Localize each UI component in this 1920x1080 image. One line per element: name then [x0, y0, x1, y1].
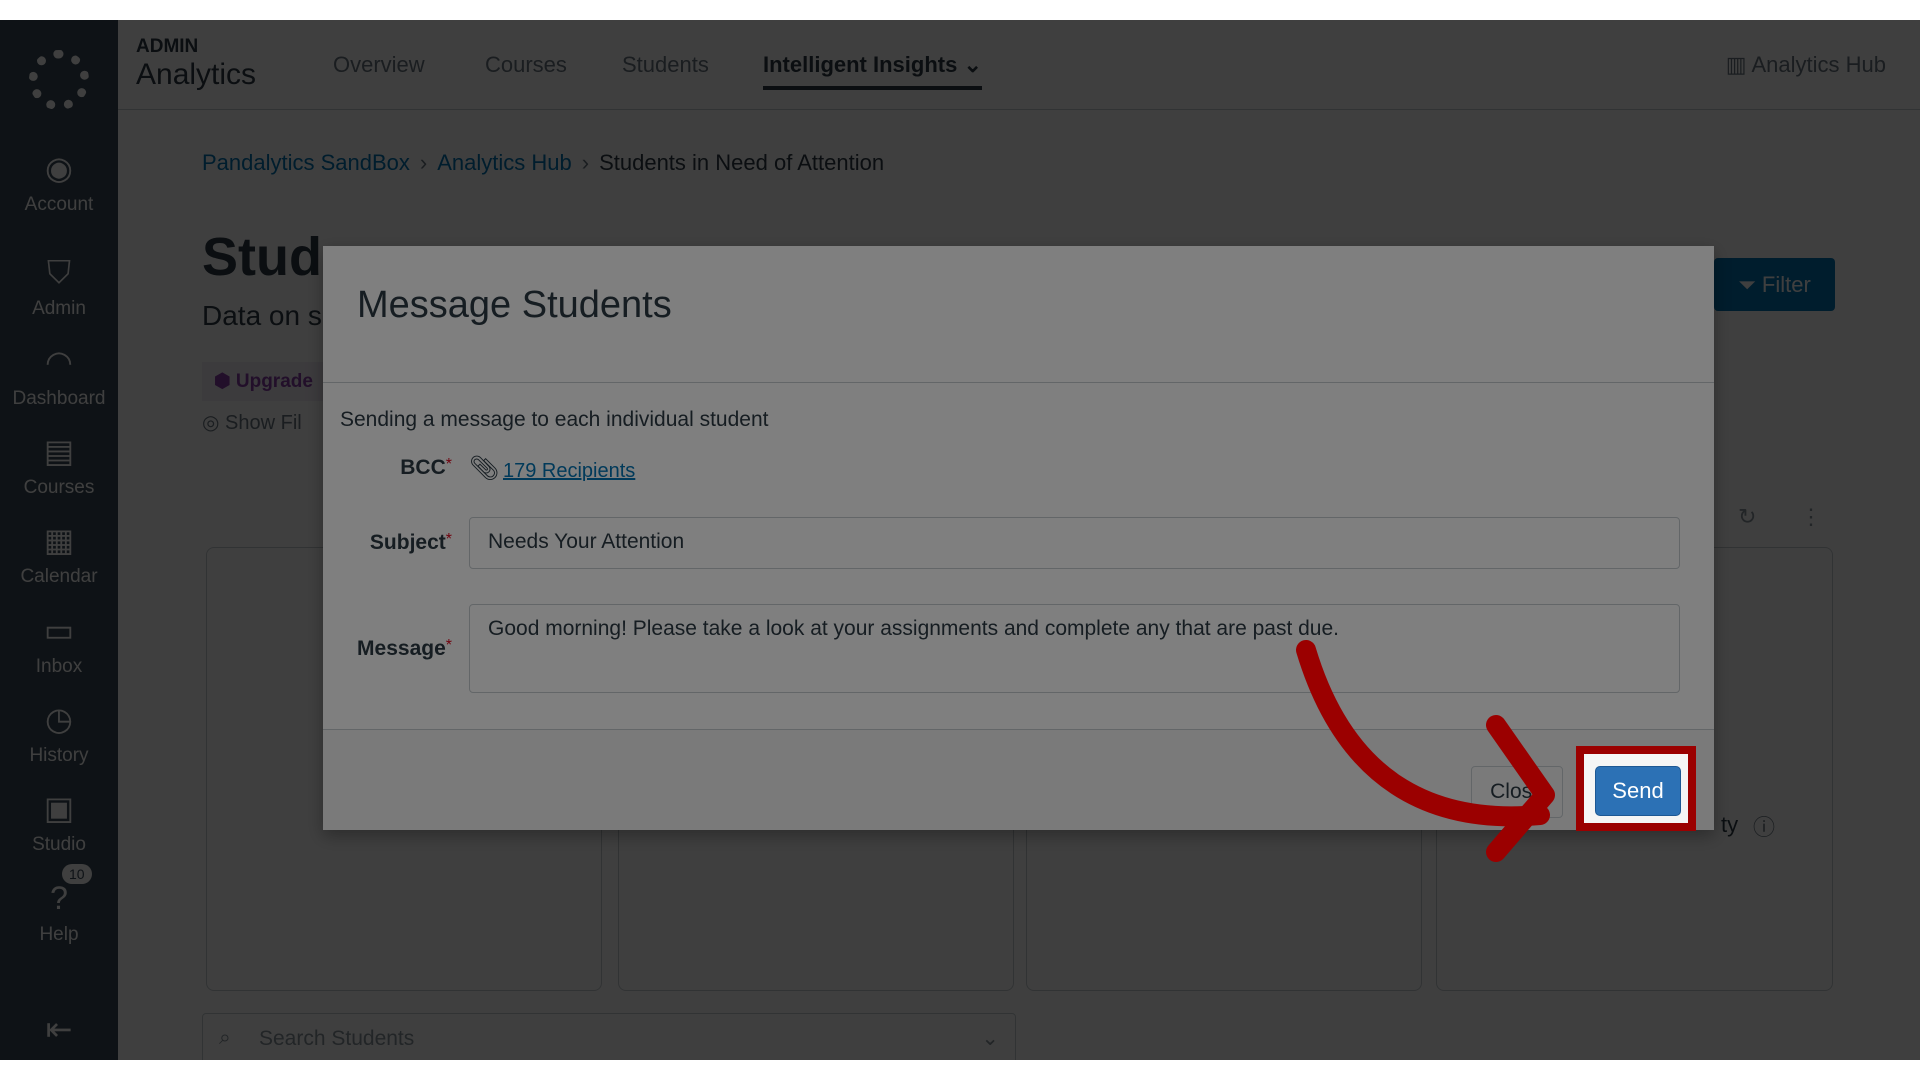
- modal-dim-layer: [0, 20, 1920, 1060]
- app: ◉Account ⛉Admin ◠Dashboard ▤Courses ▦Cal…: [0, 20, 1920, 1060]
- send-button[interactable]: Send: [1595, 766, 1681, 816]
